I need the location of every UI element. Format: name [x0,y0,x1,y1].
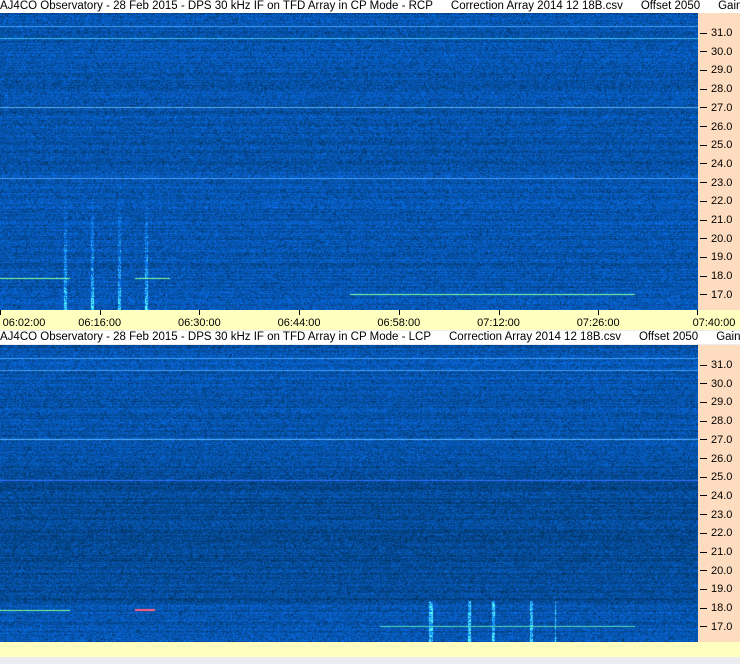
time-tick-label: 06:30:00 [177,317,221,329]
frequency-tick-label: 29.0 [700,396,732,408]
frequency-tick-label: 28.0 [700,83,732,95]
rcp-title-bar: AJ4CO Observatory - 28 Feb 2015 - DPS 30… [0,0,740,13]
frequency-tick-label: 19.0 [700,583,732,595]
time-tick-mark [0,310,1,315]
frequency-tick-label: 24.0 [700,490,732,502]
time-tick-label: 06:58:00 [377,317,421,329]
lcp-frequency-axis: 31.0 30.0 29.0 28.0 27.0 26.0 25.0 24.0 23.0 22.0… [698,345,740,642]
time-tick-mark [598,310,600,315]
frequency-tick-label: 19.0 [700,251,732,263]
frequency-tick-label: 31.0 [700,27,732,39]
lcp-title: AJ4CO Observatory - 28 Feb 2015 - DPS 30… [0,331,431,343]
frequency-tick-label: 20.0 [700,233,732,245]
frequency-tick-label: 22.0 [700,195,732,207]
time-tick-mark [398,310,400,315]
time-tick-mark [299,310,301,315]
frequency-tick-label: 21.0 [700,214,732,226]
bottom-time-bar [0,642,740,657]
frequency-tick-label: 30.0 [700,46,732,58]
frequency-tick-label: 25.0 [700,139,732,151]
frequency-tick-label: 31.0 [700,359,732,371]
time-tick-label: 07:40:00 [692,317,736,329]
time-tick-mark [99,310,101,315]
frequency-tick-label: 18.0 [700,602,732,614]
rcp-frequency-axis: 31.0 30.0 29.0 28.0 27.0 26.0 25.0 24.0 23.0 22.0… [698,13,740,310]
frequency-tick-label: 17.0 [700,289,732,301]
frequency-tick-label: 24.0 [700,158,732,170]
time-tick-mark [697,310,698,315]
rcp-gain: Gain 5.0 [718,0,740,12]
lcp-spectrogram [0,345,698,642]
rcp-spectrogram [0,13,698,310]
time-tick-label: 07:26:00 [576,317,620,329]
time-tick-label: 06:44:00 [277,317,321,329]
time-tick-mark [498,310,500,315]
time-tick-label: 07:12:00 [477,317,520,329]
lcp-offset: Offset 2050 [638,331,699,343]
lcp-correction: Correction Array 2014 12 18B.csv [449,331,621,343]
time-tick-label: 06:02:00 [2,317,46,329]
frequency-tick-label: 28.0 [700,415,732,427]
frequency-tick-label: 23.0 [700,177,732,189]
frequency-tick-label: 20.0 [700,565,732,577]
lcp-title-bar: AJ4CO Observatory - 28 Feb 2015 - DPS 30… [0,331,740,344]
frequency-tick-label: 30.0 [700,378,732,390]
frequency-tick-label: 25.0 [700,471,732,483]
frequency-tick-label: 21.0 [700,546,732,558]
lcp-gain: Gain 5.0 [716,331,740,343]
frequency-tick-label: 22.0 [700,527,732,539]
frequency-tick-label: 29.0 [700,64,732,76]
frequency-tick-label: 17.0 [700,621,732,633]
time-axis: 06:02:00 06:16:00 06:30:00 06:44:00 06:58:00… [0,310,740,330]
frequency-tick-label: 27.0 [700,434,732,446]
frequency-tick-label: 26.0 [700,453,732,465]
frequency-tick-label: 27.0 [700,102,732,114]
frequency-tick-label: 18.0 [700,270,732,282]
time-tick-label: 06:16:00 [78,317,122,329]
rcp-correction: Correction Array 2014 12 18B.csv [450,0,623,12]
frequency-tick-label: 23.0 [700,509,732,521]
rcp-offset: Offset 2050 [640,0,701,12]
rcp-title: AJ4CO Observatory - 28 Feb 2015 - DPS 30… [0,0,433,12]
time-tick-mark [199,310,201,315]
frequency-tick-label: 26.0 [700,121,732,133]
